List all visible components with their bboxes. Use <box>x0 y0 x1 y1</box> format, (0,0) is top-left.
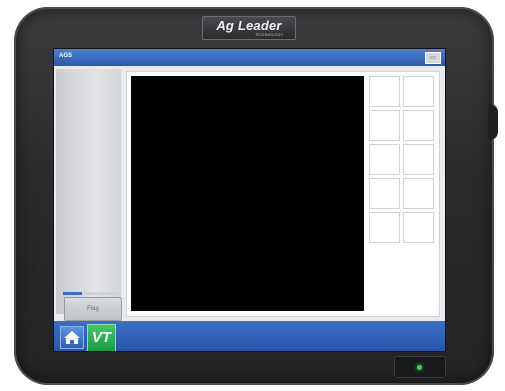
bottom-toolbar: VT <box>54 321 445 351</box>
widget-grid <box>369 76 435 243</box>
brand-logo: Ag Leader TECHNOLOGY <box>202 16 296 40</box>
touch-screen: AGS ▭ Flag VT <box>53 48 446 352</box>
brand-name: Ag Leader <box>216 18 282 33</box>
widget-slot[interactable] <box>369 178 400 209</box>
vt-button[interactable]: VT <box>87 324 116 351</box>
widget-slot[interactable] <box>403 110 434 141</box>
widget-slot[interactable] <box>403 76 434 107</box>
left-progress-fill <box>63 292 83 295</box>
widget-slot[interactable] <box>369 76 400 107</box>
home-icon <box>64 331 80 344</box>
left-progress-bar <box>63 292 118 295</box>
flag-button[interactable]: Flag <box>64 297 122 321</box>
widget-slot[interactable] <box>403 212 434 243</box>
top-status-bar: AGS ▭ <box>54 49 445 66</box>
widget-slot[interactable] <box>403 178 434 209</box>
widget-slot[interactable] <box>369 144 400 175</box>
widget-slot[interactable] <box>369 110 400 141</box>
side-knob <box>488 104 498 140</box>
left-panel: Flag <box>56 69 122 321</box>
widget-slot[interactable] <box>403 144 434 175</box>
map-view[interactable] <box>131 76 364 311</box>
window-icon[interactable]: ▭ <box>425 52 441 64</box>
home-button[interactable] <box>60 326 84 349</box>
top-bar-title: AGS <box>59 53 73 59</box>
status-indicator-housing <box>394 356 446 378</box>
brand-subtitle: TECHNOLOGY <box>254 32 283 37</box>
power-led <box>417 365 422 370</box>
main-frame <box>126 71 440 317</box>
widget-slot[interactable] <box>369 212 400 243</box>
